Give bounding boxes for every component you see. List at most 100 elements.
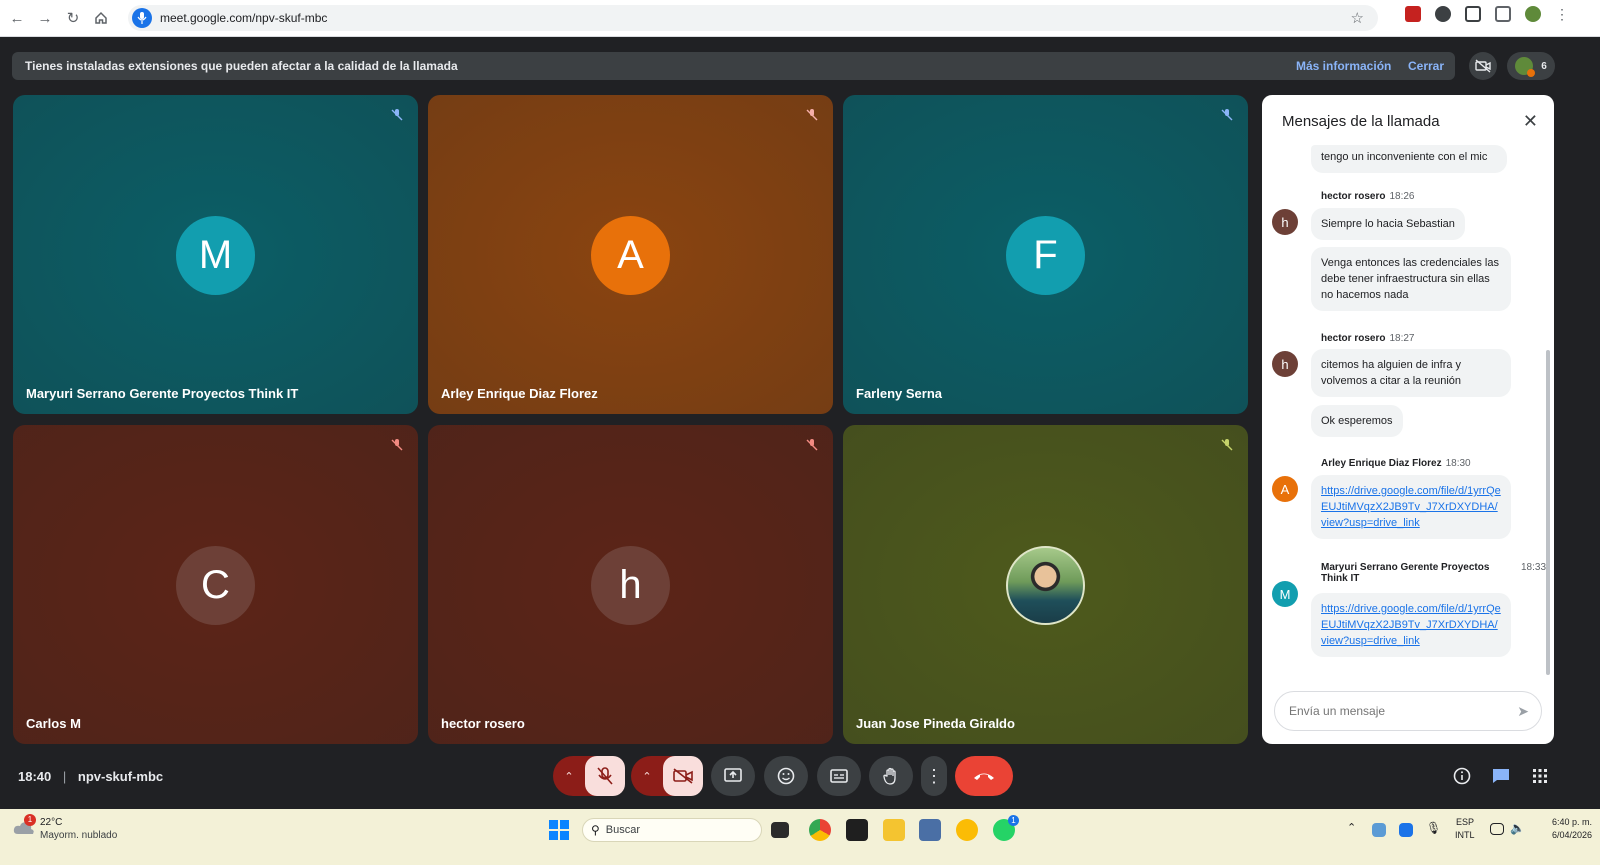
meeting-info-button[interactable] [1451, 765, 1473, 787]
participant-tile[interactable]: C Carlos M [13, 425, 418, 744]
tray-chevron-icon[interactable]: ⌃ [1347, 821, 1356, 834]
clock-time[interactable]: 6:40 p. m. [1528, 817, 1592, 827]
camera-off-indicator[interactable] [1469, 52, 1497, 80]
windows-taskbar: 1 22°C Mayorm. nublado ⚲ Buscar 1 ⌃ 🎙 ES… [0, 809, 1600, 865]
chat-message: Venga entonces las credenciales las debe… [1311, 247, 1511, 311]
search-icon: ⚲ [591, 823, 600, 837]
capcut-icon[interactable] [846, 819, 868, 841]
participant-name: hector rosero [441, 716, 525, 731]
close-banner-button[interactable]: Cerrar [1408, 59, 1444, 73]
clock-date[interactable]: 6/04/2026 [1528, 830, 1592, 840]
participants-avatar [1515, 57, 1536, 77]
sender-name: hector rosero [1321, 191, 1386, 202]
chat-avatar: h [1272, 351, 1298, 377]
captions-button[interactable] [817, 756, 861, 796]
reactions-button[interactable] [764, 756, 808, 796]
file-explorer-icon[interactable] [883, 819, 905, 841]
chat-sender: Maryuri Serrano Gerente Proyectos Think … [1321, 562, 1546, 584]
captions-icon [830, 769, 848, 783]
tray-app-icon[interactable] [1372, 823, 1386, 837]
chat-sender: hector rosero 18:27 [1321, 333, 1415, 344]
address-bar[interactable]: meet.google.com/npv-skuf-mbc ☆ [128, 5, 1378, 31]
sender-name: Arley Enrique Diaz Florez [1321, 458, 1442, 469]
chat-avatar: A [1272, 476, 1298, 502]
security-icon[interactable] [1399, 823, 1413, 837]
forward-arrow-icon[interactable]: → [34, 7, 56, 29]
chrome-icon[interactable] [809, 819, 831, 841]
message-time: 18:30 [1445, 458, 1471, 469]
network-icon[interactable] [1490, 823, 1504, 835]
mic-off-button[interactable] [585, 756, 625, 796]
profile-avatar[interactable] [1525, 6, 1541, 22]
weather-temperature: 22°C [40, 817, 63, 828]
chat-avatar: h [1272, 209, 1298, 235]
camera-options-chevron-icon[interactable]: ⌃ [631, 770, 663, 783]
leave-call-button[interactable] [955, 756, 1013, 796]
home-icon[interactable] [90, 7, 112, 29]
participant-avatar: M [176, 216, 255, 295]
muted-mic-icon [387, 435, 407, 455]
drive-link[interactable]: https://drive.google.com/file/d/1yrrQeEU… [1321, 603, 1501, 647]
back-arrow-icon[interactable]: ← [6, 7, 28, 29]
chat-toggle-button[interactable] [1490, 765, 1512, 787]
whatsapp-badge: 1 [1008, 815, 1019, 826]
language-code[interactable]: ESP [1456, 817, 1474, 827]
participant-avatar: A [591, 216, 670, 295]
todo-icon[interactable] [956, 819, 978, 841]
cast-icon[interactable] [1465, 6, 1481, 22]
participant-photo [1006, 546, 1085, 625]
message-time: 18:26 [1389, 191, 1415, 202]
weather-badge: 1 [24, 814, 36, 826]
shield-extension-icon[interactable] [1435, 6, 1451, 22]
present-screen-button[interactable] [711, 756, 755, 796]
chat-input-box[interactable]: ➤ [1274, 691, 1542, 731]
camera-control-group: ⌃ [631, 756, 703, 796]
weather-icon[interactable]: 1 [12, 814, 36, 840]
windows-start-icon[interactable] [549, 820, 569, 845]
keyboard-layout[interactable]: INTL [1455, 830, 1475, 840]
participant-avatar: F [1006, 216, 1085, 295]
participant-name: Juan Jose Pineda Giraldo [856, 716, 1015, 731]
bookmark-star-icon[interactable]: ☆ [1351, 9, 1364, 27]
drive-link[interactable]: https://drive.google.com/file/d/1yrrQeEU… [1321, 485, 1501, 529]
participant-tile[interactable]: h hector rosero [428, 425, 833, 744]
search-placeholder: Buscar [605, 824, 641, 836]
browser-menu-icon[interactable]: ⋮ [1555, 6, 1569, 22]
meeting-time: 18:40 [18, 769, 52, 784]
browser-toolbar: ← → ↻ meet.google.com/npv-skuf-mbc ☆ ⋮ [0, 0, 1600, 37]
more-info-link[interactable]: Más información [1296, 59, 1391, 73]
participant-tile[interactable]: Juan Jose Pineda Giraldo [843, 425, 1248, 744]
microphone-permission-icon[interactable] [132, 8, 152, 28]
info-icon [1453, 767, 1471, 785]
participant-name: Maryuri Serrano Gerente Proyectos Think … [26, 386, 299, 401]
more-options-button[interactable]: ⋮ [921, 756, 947, 796]
camera-off-button[interactable] [663, 756, 703, 796]
puzzle-extensions-icon[interactable] [1495, 6, 1511, 22]
chat-title: Mensajes de la llamada [1282, 113, 1440, 130]
chat-message: Ok esperemos [1311, 405, 1403, 437]
chat-scrollbar[interactable] [1546, 350, 1550, 675]
participant-tile[interactable]: A Arley Enrique Diaz Florez [428, 95, 833, 414]
participants-button[interactable]: 6 [1507, 52, 1555, 80]
participant-avatar: h [591, 546, 670, 625]
end-call-icon [974, 773, 994, 780]
taskbar-search[interactable]: ⚲ Buscar [582, 818, 762, 842]
chat-input[interactable] [1289, 704, 1499, 718]
extensions-area: ⋮ [1405, 6, 1569, 22]
mail-icon[interactable] [919, 819, 941, 841]
close-chat-icon[interactable]: ✕ [1523, 111, 1538, 132]
participant-avatar: C [176, 546, 255, 625]
pdf-extension-icon[interactable] [1405, 6, 1421, 22]
meeting-code: npv-skuf-mbc [77, 769, 164, 784]
activities-button[interactable] [1529, 765, 1551, 787]
reload-icon[interactable]: ↻ [62, 7, 84, 29]
volume-icon[interactable]: 🔈 [1510, 821, 1525, 835]
task-view-icon[interactable] [771, 822, 789, 838]
participant-tile[interactable]: M Maryuri Serrano Gerente Proyectos Thin… [13, 95, 418, 414]
mic-options-chevron-icon[interactable]: ⌃ [553, 770, 585, 783]
participant-tile[interactable]: F Farleny Serna [843, 95, 1248, 414]
send-icon[interactable]: ➤ [1517, 703, 1529, 720]
raise-hand-button[interactable] [869, 756, 913, 796]
microphone-tray-icon[interactable]: 🎙 [1426, 821, 1441, 835]
whatsapp-icon[interactable]: 1 [993, 815, 1019, 841]
